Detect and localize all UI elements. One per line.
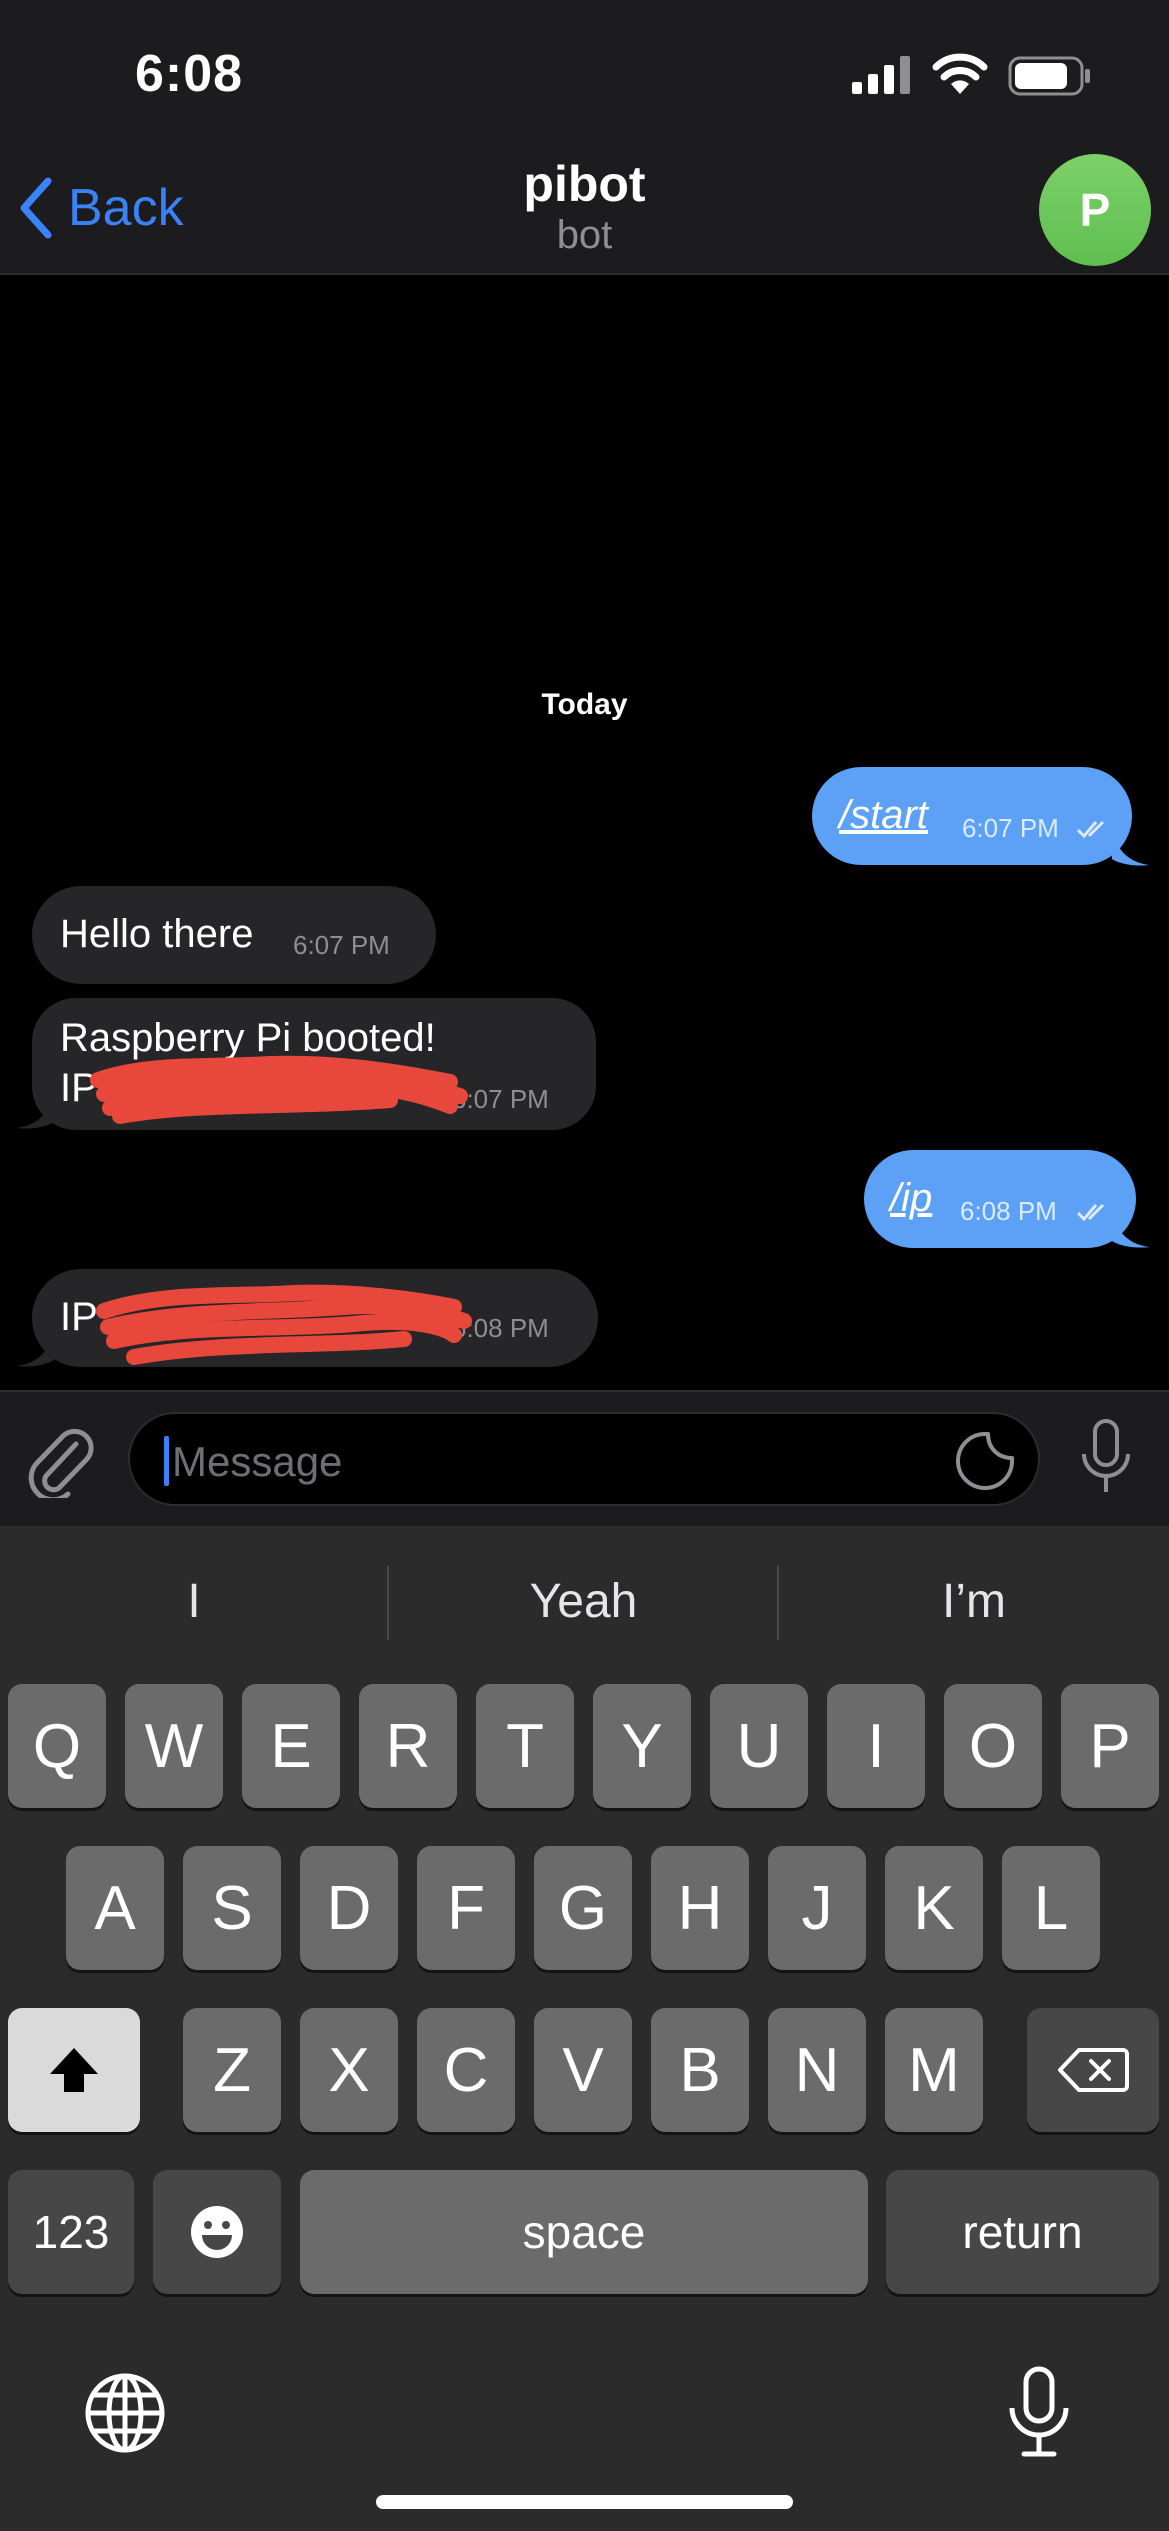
double-check-icon — [1076, 1203, 1105, 1222]
key-l[interactable]: L — [1002, 1846, 1100, 1970]
globe-icon[interactable] — [84, 2372, 166, 2454]
bot-avatar[interactable]: P — [1039, 154, 1151, 266]
incoming-message[interactable]: Hello there 6:07 PM — [32, 886, 436, 984]
suggestion-item[interactable]: Yeah — [389, 1526, 778, 1676]
message-time: 6:08 PM — [960, 1196, 1057, 1226]
shift-key[interactable] — [8, 2008, 140, 2132]
key-d[interactable]: D — [300, 1846, 398, 1970]
key-i[interactable]: I — [827, 1684, 925, 1808]
bubble-tail — [16, 1334, 54, 1367]
date-separator: Today — [541, 688, 628, 721]
key-t[interactable]: T — [476, 1684, 574, 1808]
message-time: 6:07 PM — [293, 930, 390, 960]
return-key[interactable]: return — [886, 2170, 1159, 2294]
key-f[interactable]: F — [417, 1846, 515, 1970]
bubble-tail — [1112, 833, 1150, 866]
suggestion-bar: I Yeah I’m — [0, 1526, 1169, 1676]
suggestion-item[interactable]: I — [0, 1526, 388, 1676]
delete-key[interactable] — [1027, 2008, 1159, 2132]
chat-header: Back pibot bot P — [0, 145, 1169, 275]
microphone-icon[interactable] — [1076, 1418, 1136, 1498]
key-m[interactable]: M — [885, 2008, 983, 2132]
status-time: 6:08 — [135, 45, 244, 103]
key-e[interactable]: E — [242, 1684, 340, 1808]
key-r[interactable]: R — [359, 1684, 457, 1808]
key-y[interactable]: Y — [593, 1684, 691, 1808]
numbers-key[interactable]: 123 — [8, 2170, 134, 2294]
command-link[interactable]: /ip — [890, 1176, 932, 1221]
incoming-message[interactable]: IP: 6:08 PM — [32, 1269, 598, 1367]
key-z[interactable]: Z — [183, 2008, 281, 2132]
wifi-icon — [932, 53, 988, 94]
key-o[interactable]: O — [944, 1684, 1042, 1808]
key-q[interactable]: Q — [8, 1684, 106, 1808]
bubble-tail — [16, 1096, 54, 1129]
chat-subtitle: bot — [556, 213, 613, 257]
key-w[interactable]: W — [125, 1684, 223, 1808]
key-p[interactable]: P — [1061, 1684, 1159, 1808]
space-key[interactable]: space — [300, 2170, 868, 2294]
message-input-bar: Message — [0, 1390, 1169, 1526]
status-bar: 6:08 — [0, 0, 1169, 145]
key-j[interactable]: J — [768, 1846, 866, 1970]
key-n[interactable]: N — [768, 2008, 866, 2132]
redacted-ip-scribble — [90, 1055, 468, 1124]
shift-arrow-icon — [50, 2048, 98, 2092]
key-u[interactable]: U — [710, 1684, 808, 1808]
dictation-microphone-icon[interactable] — [1004, 2366, 1074, 2458]
incoming-message[interactable]: Raspberry Pi booted! IP: 6:07 PM — [32, 998, 596, 1130]
keyboard: I Yeah I’m Q W E R T Y U I O P A S D F G… — [0, 1526, 1169, 2531]
message-time: 6:07 PM — [962, 813, 1059, 843]
key-v[interactable]: V — [534, 2008, 632, 2132]
key-a[interactable]: A — [66, 1846, 164, 1970]
emoji-key[interactable] — [153, 2170, 281, 2294]
key-b[interactable]: B — [651, 2008, 749, 2132]
suggestion-item[interactable]: I’m — [779, 1526, 1169, 1676]
home-indicator[interactable] — [376, 2495, 793, 2509]
key-c[interactable]: C — [417, 2008, 515, 2132]
emoji-icon — [191, 2206, 243, 2258]
outgoing-message[interactable]: /ip 6:08 PM — [864, 1150, 1136, 1248]
key-g[interactable]: G — [534, 1846, 632, 1970]
paperclip-icon[interactable] — [26, 1422, 96, 1498]
bubble-tail — [1112, 1215, 1150, 1248]
backspace-icon — [1058, 2048, 1129, 2092]
key-s[interactable]: S — [183, 1846, 281, 1970]
command-link[interactable]: /start — [839, 793, 928, 838]
double-check-icon — [1076, 820, 1105, 839]
message-input[interactable]: Message — [128, 1412, 1040, 1506]
key-k[interactable]: K — [885, 1846, 983, 1970]
cellular-signal-icon — [852, 56, 910, 94]
telegram-chat-screen: 6:08 Back pibot bot P Today /start 6:07 … — [0, 0, 1169, 2531]
battery-icon — [1008, 56, 1090, 96]
outgoing-message[interactable]: /start 6:07 PM — [812, 767, 1132, 865]
message-text: Hello there — [60, 912, 254, 956]
chat-title[interactable]: pibot — [0, 155, 1169, 213]
message-placeholder: Message — [172, 1438, 343, 1485]
sticker-icon[interactable] — [954, 1430, 1016, 1492]
key-h[interactable]: H — [651, 1846, 749, 1970]
redacted-ip-scribble — [96, 1284, 472, 1365]
text-cursor — [164, 1436, 169, 1486]
key-x[interactable]: X — [300, 2008, 398, 2132]
